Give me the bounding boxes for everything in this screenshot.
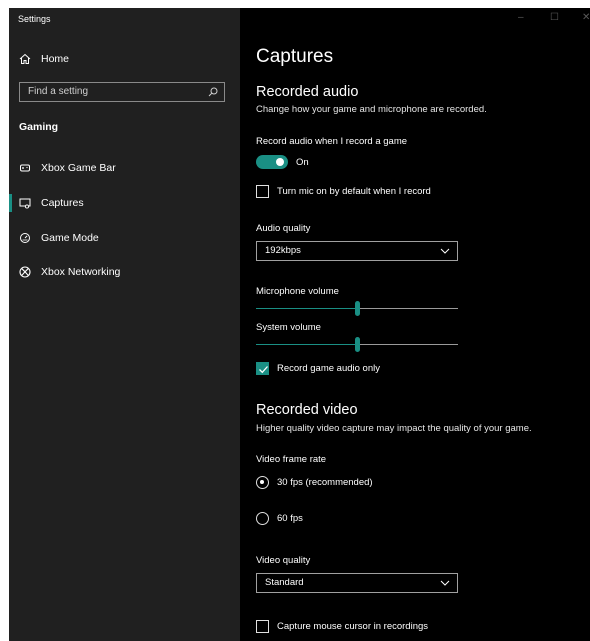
home-icon — [19, 53, 31, 64]
slider-track — [360, 344, 458, 345]
radio-selected-dot — [260, 480, 264, 484]
sidebar-item-home[interactable]: Home — [9, 46, 240, 72]
video-quality-label: Video quality — [256, 555, 311, 566]
sidebar-item-game-mode[interactable]: Game Mode — [9, 225, 240, 251]
slider-fill — [256, 344, 355, 345]
slider-fill — [256, 308, 355, 309]
slider-thumb[interactable] — [355, 337, 360, 352]
audio-quality-label: Audio quality — [256, 223, 311, 234]
search-icon — [208, 87, 218, 97]
microphone-volume-slider[interactable] — [256, 300, 458, 318]
sidebar-item-label: Xbox Networking — [41, 266, 121, 278]
sidebar-item-label: Captures — [41, 197, 84, 209]
capture-cursor-checkbox[interactable] — [256, 620, 269, 633]
fps-60-label: 60 fps — [277, 513, 303, 524]
section-heading-audio: Recorded audio — [256, 84, 359, 100]
xbox-icon — [19, 266, 31, 278]
sidebar-item-xbox-networking[interactable]: Xbox Networking — [9, 259, 240, 285]
main-content: – ☐ ✕ Captures Recorded audio Change how… — [240, 8, 590, 641]
mic-default-checkbox[interactable] — [256, 185, 269, 198]
fps-60-radio[interactable] — [256, 512, 269, 525]
record-audio-label: Record audio when I record a game — [256, 136, 408, 147]
chevron-down-icon — [440, 580, 450, 586]
section-description-video: Higher quality video capture may impact … — [256, 423, 532, 434]
fps-30-radio[interactable] — [256, 476, 269, 489]
captures-icon — [19, 198, 31, 209]
mic-default-label: Turn mic on by default when I record — [277, 186, 431, 197]
video-quality-dropdown[interactable]: Standard — [256, 573, 458, 593]
fps-30-label: 30 fps (recommended) — [277, 477, 373, 488]
microphone-volume-label: Microphone volume — [256, 286, 339, 297]
toggle-knob — [276, 158, 284, 166]
sidebar: Settings Home Find a setting Gaming Xbox… — [9, 8, 240, 641]
page-title: Captures — [256, 46, 334, 67]
system-volume-slider[interactable] — [256, 336, 458, 354]
sidebar-item-captures[interactable]: Captures — [9, 190, 240, 216]
slider-thumb[interactable] — [355, 301, 360, 316]
maximize-button[interactable]: ☐ — [550, 12, 559, 23]
audio-quality-value: 192kbps — [265, 245, 301, 256]
frame-rate-label: Video frame rate — [256, 454, 327, 465]
game-bar-icon — [20, 164, 30, 172]
sidebar-item-label: Game Mode — [41, 232, 99, 244]
slider-track — [360, 308, 458, 309]
toggle-state-label: On — [296, 157, 309, 168]
search-input[interactable]: Find a setting — [19, 82, 225, 102]
minimize-button[interactable]: – — [518, 12, 524, 23]
sidebar-item-xbox-game-bar[interactable]: Xbox Game Bar — [9, 155, 240, 181]
section-heading-gaming: Gaming — [19, 121, 59, 133]
game-audio-only-checkbox[interactable] — [256, 362, 269, 375]
sidebar-item-label: Home — [41, 53, 70, 65]
game-audio-only-label: Record game audio only — [277, 363, 380, 374]
chevron-down-icon — [440, 248, 450, 254]
search-placeholder: Find a setting — [28, 86, 89, 97]
settings-window: Settings Home Find a setting Gaming Xbox… — [9, 8, 590, 641]
capture-cursor-label: Capture mouse cursor in recordings — [277, 621, 429, 632]
sidebar-item-label: Xbox Game Bar — [41, 162, 116, 174]
close-button[interactable]: ✕ — [582, 12, 590, 23]
checkmark-icon — [259, 366, 268, 374]
video-quality-value: Standard — [265, 577, 304, 588]
audio-quality-dropdown[interactable]: 192kbps — [256, 241, 458, 261]
system-volume-label: System volume — [256, 322, 321, 333]
record-audio-toggle[interactable] — [256, 155, 288, 169]
section-heading-video: Recorded video — [256, 402, 358, 418]
section-description-audio: Change how your game and microphone are … — [256, 104, 487, 115]
window-title: Settings — [18, 14, 51, 24]
game-mode-icon — [20, 233, 30, 243]
